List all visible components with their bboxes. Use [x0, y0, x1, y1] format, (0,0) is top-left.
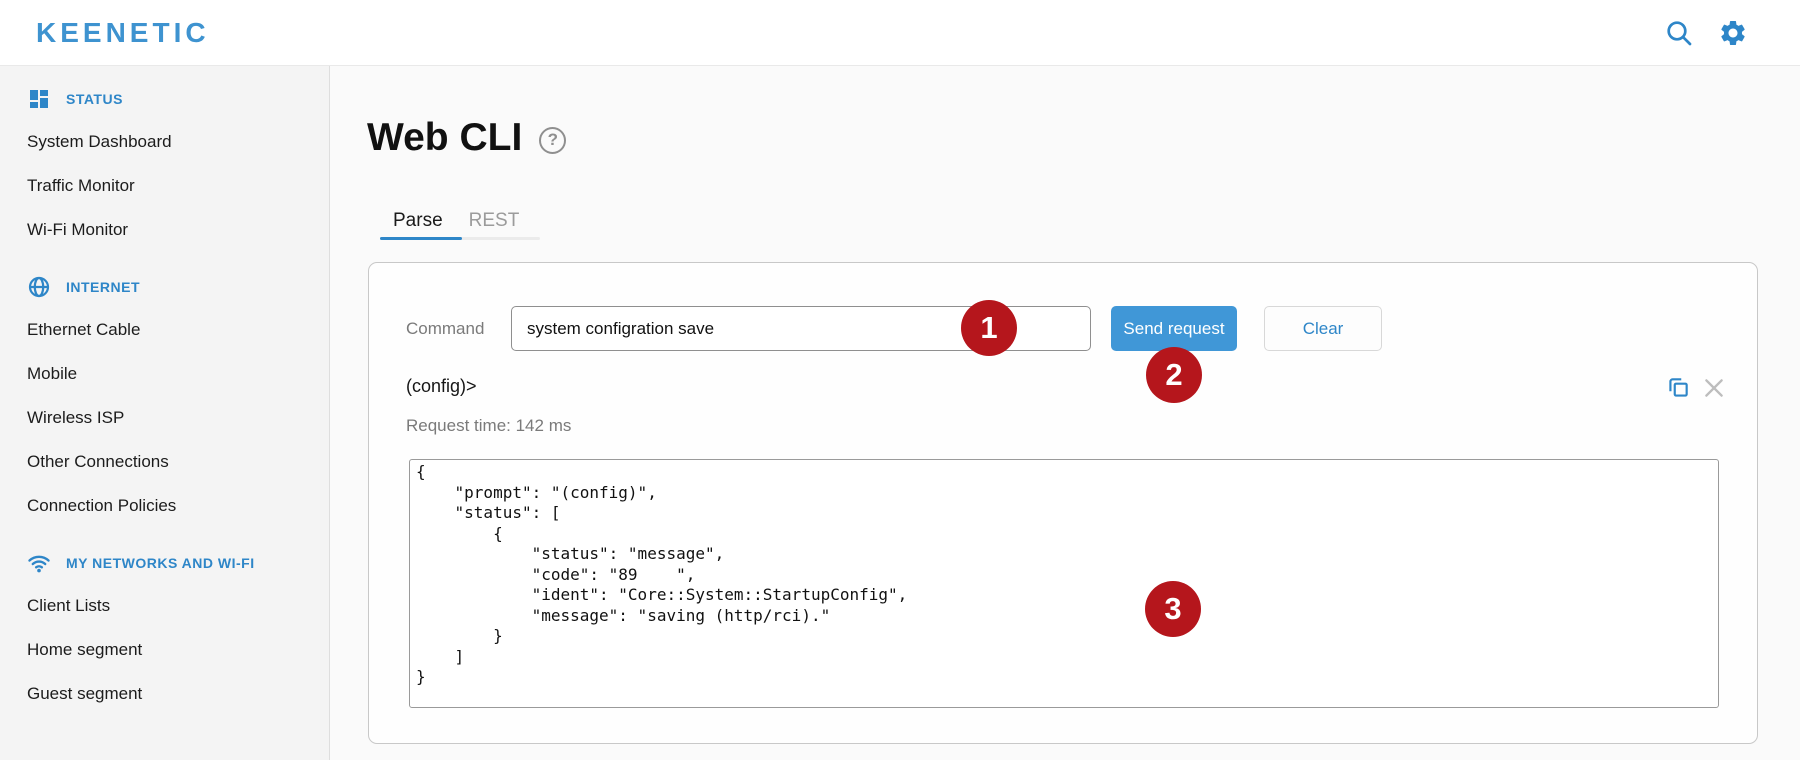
- output-json-text: { "prompt": "(config)", "status": [ { "s…: [416, 462, 908, 686]
- sidebar-item-mobile[interactable]: Mobile: [0, 352, 329, 396]
- globe-icon: [28, 276, 50, 298]
- output-box: { "prompt": "(config)", "status": [ { "s…: [409, 459, 1719, 708]
- sidebar-item-wifi-monitor[interactable]: Wi-Fi Monitor: [0, 208, 329, 252]
- sidebar-item-other-connections[interactable]: Other Connections: [0, 440, 329, 484]
- header-icons: [1664, 18, 1748, 48]
- sidebar-item-home-segment[interactable]: Home segment: [0, 628, 329, 672]
- sidebar-item-system-dashboard[interactable]: System Dashboard: [0, 120, 329, 164]
- copy-icon[interactable]: [1665, 375, 1691, 401]
- sidebar-item-ethernet-cable[interactable]: Ethernet Cable: [0, 308, 329, 352]
- sidebar-section-internet: INTERNET Ethernet Cable Mobile Wireless …: [0, 260, 329, 528]
- clear-button[interactable]: Clear: [1264, 306, 1382, 351]
- step-badge-3: 3: [1145, 581, 1201, 637]
- main-content: Web CLI ? Parse REST Command Send reques…: [330, 66, 1800, 760]
- tab-active-underline: [380, 237, 462, 240]
- dashboard-icon: [30, 90, 48, 108]
- sidebar-header-my-networks[interactable]: MY NETWORKS AND WI-FI: [0, 536, 329, 584]
- sidebar-header-internet[interactable]: INTERNET: [0, 260, 329, 308]
- sidebar-item-traffic-monitor[interactable]: Traffic Monitor: [0, 164, 329, 208]
- sidebar-item-guest-segment[interactable]: Guest segment: [0, 672, 329, 716]
- keenetic-logo[interactable]: KEENETIC: [36, 17, 210, 49]
- webcli-card: Command Send request Clear 1 2 3 (config…: [368, 262, 1758, 744]
- cli-prompt: (config)>: [406, 376, 477, 396]
- help-icon[interactable]: ?: [539, 126, 567, 154]
- sidebar-item-wireless-isp[interactable]: Wireless ISP: [0, 396, 329, 440]
- sidebar-header-status[interactable]: STATUS: [0, 72, 329, 120]
- send-request-button[interactable]: Send request: [1111, 306, 1237, 351]
- sidebar: STATUS System Dashboard Traffic Monitor …: [0, 66, 330, 760]
- close-icon[interactable]: [1701, 375, 1727, 401]
- sidebar-section-label: INTERNET: [66, 279, 140, 295]
- request-time: Request time: 142 ms: [406, 416, 572, 435]
- sidebar-section-my-networks: MY NETWORKS AND WI-FI Client Lists Home …: [0, 536, 329, 716]
- page-title: Web CLI: [367, 116, 523, 159]
- top-header: KEENETIC: [0, 0, 1800, 66]
- search-icon[interactable]: [1664, 18, 1694, 48]
- sidebar-item-client-lists[interactable]: Client Lists: [0, 584, 329, 628]
- sidebar-section-label: MY NETWORKS AND WI-FI: [66, 555, 255, 571]
- sidebar-section-label: STATUS: [66, 91, 123, 107]
- page-title-row: Web CLI ?: [367, 116, 567, 160]
- command-label: Command: [406, 319, 485, 338]
- sidebar-item-connection-policies[interactable]: Connection Policies: [0, 484, 329, 528]
- gear-icon[interactable]: [1718, 18, 1748, 48]
- tab-underline-track: [380, 237, 540, 240]
- step-badge-1: 1: [961, 300, 1017, 356]
- sidebar-section-status: STATUS System Dashboard Traffic Monitor …: [0, 72, 329, 252]
- step-badge-2: 2: [1146, 347, 1202, 403]
- wifi-icon: [28, 555, 50, 573]
